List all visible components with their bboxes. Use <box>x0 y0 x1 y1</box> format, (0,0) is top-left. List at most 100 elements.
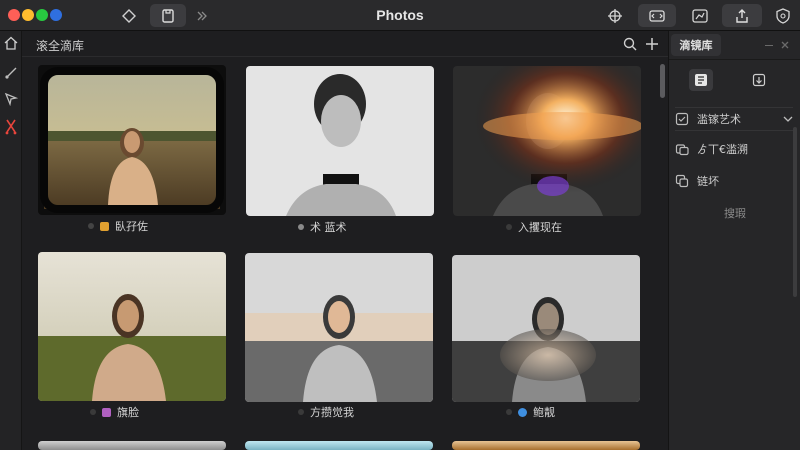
compare-icon <box>649 9 665 22</box>
tab-filter-library[interactable]: 滴镜库 <box>671 34 721 56</box>
photo-card[interactable] <box>38 252 226 401</box>
tool-rail <box>0 31 22 450</box>
checkbox-icon <box>675 112 689 126</box>
photo-caption: 旗脸 <box>90 404 139 420</box>
tag-icon <box>102 407 111 417</box>
portrait-image <box>38 252 226 401</box>
portrait-image <box>246 66 434 216</box>
close-panel-button[interactable] <box>779 39 791 51</box>
crop-tool-button[interactable] <box>602 4 628 27</box>
plus-icon <box>646 38 658 50</box>
tag-icon <box>100 221 109 231</box>
photo-caption: 入攫现在 <box>506 219 562 235</box>
photo-thumbnail[interactable] <box>38 65 226 215</box>
divider <box>669 59 800 60</box>
shield-icon <box>776 7 790 24</box>
home-icon <box>4 36 18 50</box>
photo-label: 臥孖佐 <box>115 220 148 233</box>
title-bar: Photos <box>0 0 800 31</box>
list-icon <box>695 74 707 86</box>
photo-card[interactable] <box>453 66 641 216</box>
brush-tool-button[interactable] <box>3 65 19 81</box>
photo-thumbnail[interactable] <box>245 441 433 450</box>
share-button[interactable] <box>722 4 762 27</box>
photo-caption: 鲍靓 <box>506 404 555 420</box>
document-icon <box>162 8 174 23</box>
photo-thumbnail[interactable] <box>452 441 640 450</box>
more-button[interactable] <box>193 4 211 27</box>
photo-card[interactable] <box>452 255 640 402</box>
photo-thumbnail[interactable] <box>38 252 226 401</box>
zoom-window-button[interactable] <box>36 9 48 21</box>
portrait-image <box>40 67 224 213</box>
brush-icon <box>5 67 17 79</box>
status-dot <box>90 409 96 415</box>
photo-label: 入攫现在 <box>518 221 562 234</box>
import-view-button[interactable] <box>747 69 771 91</box>
photo-thumbnail[interactable] <box>245 253 433 402</box>
layers-icon <box>675 144 689 156</box>
chevron-down-icon <box>783 116 793 122</box>
content-header: 滚全滴库 <box>22 31 668 57</box>
status-dot <box>506 409 512 415</box>
adjust-button[interactable] <box>686 4 714 27</box>
copy-icon <box>675 174 689 188</box>
home-button[interactable] <box>3 35 19 51</box>
photo-thumbnail[interactable] <box>38 441 226 450</box>
chevron-double-right-icon <box>197 11 207 20</box>
photo-label: 方攒觉我 <box>310 406 354 419</box>
photo-thumbnail[interactable] <box>453 66 641 216</box>
grid-view-button[interactable] <box>689 69 713 91</box>
portrait-image <box>453 66 641 216</box>
cut-tool-button[interactable] <box>3 119 19 135</box>
collection-title: 滚全滴库 <box>36 39 85 53</box>
import-icon <box>752 73 766 87</box>
photo-thumbnail[interactable] <box>452 255 640 402</box>
info-button[interactable] <box>772 4 794 27</box>
search-icon <box>623 37 637 51</box>
photo-card[interactable] <box>246 66 434 216</box>
scroll-thumb[interactable] <box>660 64 665 98</box>
photo-card[interactable] <box>245 253 433 402</box>
panel-row-label: ゟ丅€滥溯 <box>697 143 748 156</box>
scissors-icon <box>5 119 17 135</box>
photo-label: 术 蓝术 <box>310 221 347 234</box>
photo-caption: 术 蓝术 <box>298 219 347 235</box>
cloud-icon <box>518 407 527 417</box>
grid-scrollbar[interactable] <box>660 60 666 440</box>
minimize-panel-icon[interactable] <box>765 45 773 46</box>
status-dot <box>298 224 304 230</box>
select-tool-button[interactable] <box>3 91 19 107</box>
chart-box-icon <box>692 8 708 23</box>
filter-panel: 滴镜库 滥镓艺术 ゟ丅€滥溯 链坏 搜瑕 <box>668 31 800 450</box>
panel-row-art[interactable]: 滥镓艺术 <box>675 107 793 131</box>
diamond-icon <box>122 8 136 23</box>
photo-card[interactable] <box>38 65 226 215</box>
minimize-window-button[interactable] <box>22 9 34 21</box>
panel-row-presets[interactable]: ゟ丅€滥溯 <box>675 137 793 161</box>
panel-footer-search[interactable]: 搜瑕 <box>669 205 800 221</box>
close-window-button[interactable] <box>8 9 20 21</box>
compare-button[interactable] <box>638 4 676 27</box>
panel-row-label: 链坏 <box>697 175 719 188</box>
crosshair-icon <box>608 8 622 23</box>
portrait-image <box>245 253 433 402</box>
portrait-image <box>452 255 640 402</box>
arrow-cursor-icon <box>4 92 18 106</box>
share-icon <box>736 8 748 23</box>
photo-label: 旗脸 <box>117 406 139 419</box>
status-dot <box>506 224 512 230</box>
panel-scrollbar[interactable] <box>793 127 797 297</box>
photo-thumbnail[interactable] <box>246 66 434 216</box>
photo-caption: 方攒觉我 <box>298 404 354 420</box>
close-icon <box>781 41 789 49</box>
library-view-button[interactable] <box>150 4 186 27</box>
status-dot <box>298 409 304 415</box>
search-button[interactable] <box>622 36 638 52</box>
add-button[interactable] <box>644 36 660 52</box>
extra-window-button[interactable] <box>50 9 62 21</box>
panel-row-label: 滥镓艺术 <box>697 113 741 126</box>
photo-label: 鲍靓 <box>533 406 555 419</box>
sidebar-toggle-button[interactable] <box>114 4 144 27</box>
panel-row-link[interactable]: 链坏 <box>675 169 793 193</box>
